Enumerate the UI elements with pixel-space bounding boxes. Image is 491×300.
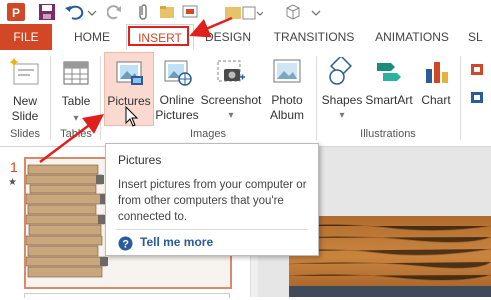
photo-album-label-2: Album	[269, 108, 304, 122]
table-button[interactable]: Table ▾	[54, 52, 98, 126]
group-label-images: Images	[189, 128, 227, 140]
group-label-tables: Tables	[60, 128, 92, 140]
table-icon	[63, 61, 89, 85]
new-slide-icon	[10, 58, 39, 85]
screenshot-dropdown-arrow-icon: ▾	[228, 110, 234, 121]
insert-ribbon: New Slide Slides Table ▾ Tables Pictures	[0, 50, 491, 147]
tab-transitions[interactable]: TRANSITIONS	[272, 24, 356, 50]
screenshot-icon	[217, 60, 245, 82]
photo-album-button[interactable]: Photo Album	[265, 52, 309, 126]
screenshot-button[interactable]: Screenshot ▾	[200, 52, 262, 126]
tooltip-divider	[116, 229, 308, 230]
save-icon[interactable]	[37, 2, 57, 22]
group-separator	[100, 56, 101, 140]
new-slide-quick-icon[interactable]	[181, 2, 201, 22]
store-icon[interactable]	[470, 62, 484, 79]
shapes-dropdown-arrow-icon: ▾	[339, 110, 345, 121]
chart-label: Chart	[421, 93, 451, 107]
ribbon-tab-bar: FILE HOME INSERT DESIGN TRANSITIONS ANIM…	[0, 24, 491, 51]
next-slide-thumbnail[interactable]	[24, 293, 230, 298]
table-label: Table	[61, 94, 91, 108]
slide-wood-image[interactable]	[288, 216, 491, 297]
chart-icon	[426, 62, 448, 83]
online-pictures-label-2: Pictures	[155, 108, 199, 122]
help-icon[interactable]: ?	[118, 236, 133, 254]
group-label-illustrations: Illustrations	[360, 128, 416, 140]
pictures-tooltip: Pictures Insert pictures from your compu…	[105, 143, 319, 256]
tell-me-more-link[interactable]: Tell me more	[140, 235, 213, 249]
group-separator	[50, 56, 51, 140]
customize-dropdown-icon[interactable]	[309, 2, 323, 22]
tab-file[interactable]: FILE	[0, 24, 52, 50]
group-separator	[460, 56, 461, 140]
online-pictures-button[interactable]: Online Pictures	[155, 52, 199, 126]
tab-slideshow[interactable]: SL	[468, 24, 491, 50]
svg-text:?: ?	[122, 239, 129, 251]
undo-icon[interactable]	[64, 2, 98, 22]
new-slide-label-1: New	[12, 94, 37, 108]
box-icon[interactable]	[284, 2, 302, 22]
online-pictures-label-1: Online	[159, 93, 195, 107]
powerpoint-logo-icon: P	[6, 2, 26, 22]
photo-album-icon	[273, 59, 301, 83]
svg-text:P: P	[12, 6, 20, 20]
animation-star-icon: ★	[8, 177, 17, 188]
insert-tab-highlight	[128, 26, 189, 46]
chart-button[interactable]: Chart	[416, 52, 456, 126]
new-slide-button[interactable]: New Slide	[4, 52, 46, 126]
slide-number: 1	[10, 159, 18, 175]
group-separator	[316, 56, 317, 140]
smartart-label: SmartArt	[365, 93, 413, 107]
new-slide-label-2: Slide	[11, 109, 39, 123]
shapes-button[interactable]: Shapes ▾	[320, 52, 364, 126]
quick-access-toolbar: P	[0, 0, 491, 24]
smartart-button[interactable]: SmartArt	[364, 52, 414, 126]
shapes-icon	[329, 57, 352, 85]
online-pictures-icon	[164, 60, 192, 86]
table-dropdown-arrow-icon: ▾	[73, 113, 79, 124]
my-apps-icon[interactable]	[470, 90, 484, 107]
photo-album-label-1: Photo	[271, 93, 303, 107]
tab-home[interactable]: HOME	[67, 24, 117, 50]
tab-design[interactable]: DESIGN	[200, 24, 256, 50]
tooltip-description: Insert pictures from your computer or fr…	[118, 179, 307, 223]
attach-icon[interactable]	[135, 2, 151, 22]
redo-icon[interactable]	[106, 2, 123, 22]
pictures-icon	[116, 61, 143, 85]
shapes-label: Shapes	[321, 93, 363, 107]
open-folder-icon[interactable]	[158, 2, 176, 22]
tab-animations[interactable]: ANIMATIONS	[368, 24, 456, 50]
folder-arrow-icon[interactable]	[223, 2, 264, 22]
tooltip-title: Pictures	[118, 153, 162, 167]
smartart-icon	[377, 63, 401, 81]
mouse-cursor-icon	[125, 106, 139, 127]
group-label-slides: Slides	[10, 128, 40, 140]
screenshot-label: Screenshot	[200, 93, 262, 107]
